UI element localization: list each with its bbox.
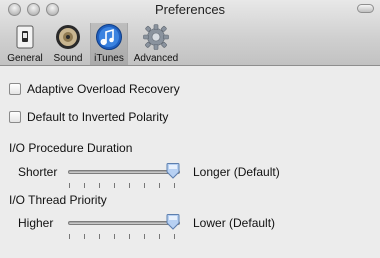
window-title: Preferences — [154, 2, 226, 17]
priority-slider[interactable] — [68, 214, 180, 242]
inverted-polarity-label[interactable]: Default to Inverted Polarity — [27, 110, 168, 124]
toolbar-itunes-label: iTunes — [94, 53, 124, 64]
duration-slider-ticks — [68, 183, 180, 188]
toolbar-toggle-button[interactable] — [357, 4, 374, 13]
adaptive-overload-label[interactable]: Adaptive Overload Recovery — [27, 82, 180, 96]
toolbar-sound-button[interactable]: Sound — [49, 23, 87, 65]
preferences-pane: Adaptive Overload Recovery Default to In… — [0, 67, 380, 258]
duration-slider[interactable] — [68, 163, 180, 191]
priority-min-label: Higher — [18, 216, 54, 230]
toolbar-advanced-button[interactable]: Advanced — [132, 23, 180, 65]
itunes-icon — [96, 24, 122, 50]
duration-max-label: Longer (Default) — [193, 165, 280, 179]
toolbar-sound-label: Sound — [53, 53, 83, 64]
duration-slider-track[interactable] — [68, 170, 180, 174]
priority-slider-ticks — [68, 234, 180, 239]
toolbar-general-label: General — [7, 53, 43, 64]
adaptive-overload-checkbox[interactable] — [9, 83, 21, 95]
inverted-polarity-checkbox[interactable] — [9, 111, 21, 123]
title-bar: Preferences General Sound iTunes Advance… — [0, 0, 380, 66]
toolbar-itunes-button[interactable]: iTunes — [90, 23, 128, 65]
priority-max-label: Lower (Default) — [193, 216, 276, 230]
priority-title: I/O Thread Priority — [9, 193, 107, 207]
priority-slider-track[interactable] — [68, 221, 180, 225]
gear-icon — [143, 24, 169, 50]
inverted-polarity-row: Default to Inverted Polarity — [9, 109, 168, 125]
preferences-window: Preferences General Sound iTunes Advance… — [0, 0, 380, 258]
speaker-icon — [56, 25, 80, 49]
duration-min-label: Shorter — [18, 165, 58, 179]
duration-slider-thumb[interactable] — [166, 163, 180, 179]
toolbar-general-button[interactable]: General — [6, 23, 44, 65]
switch-icon — [16, 25, 34, 49]
toolbar-advanced-label: Advanced — [133, 53, 179, 64]
adaptive-overload-row: Adaptive Overload Recovery — [9, 81, 180, 97]
priority-slider-thumb[interactable] — [166, 214, 180, 230]
duration-title: I/O Procedure Duration — [9, 141, 133, 155]
